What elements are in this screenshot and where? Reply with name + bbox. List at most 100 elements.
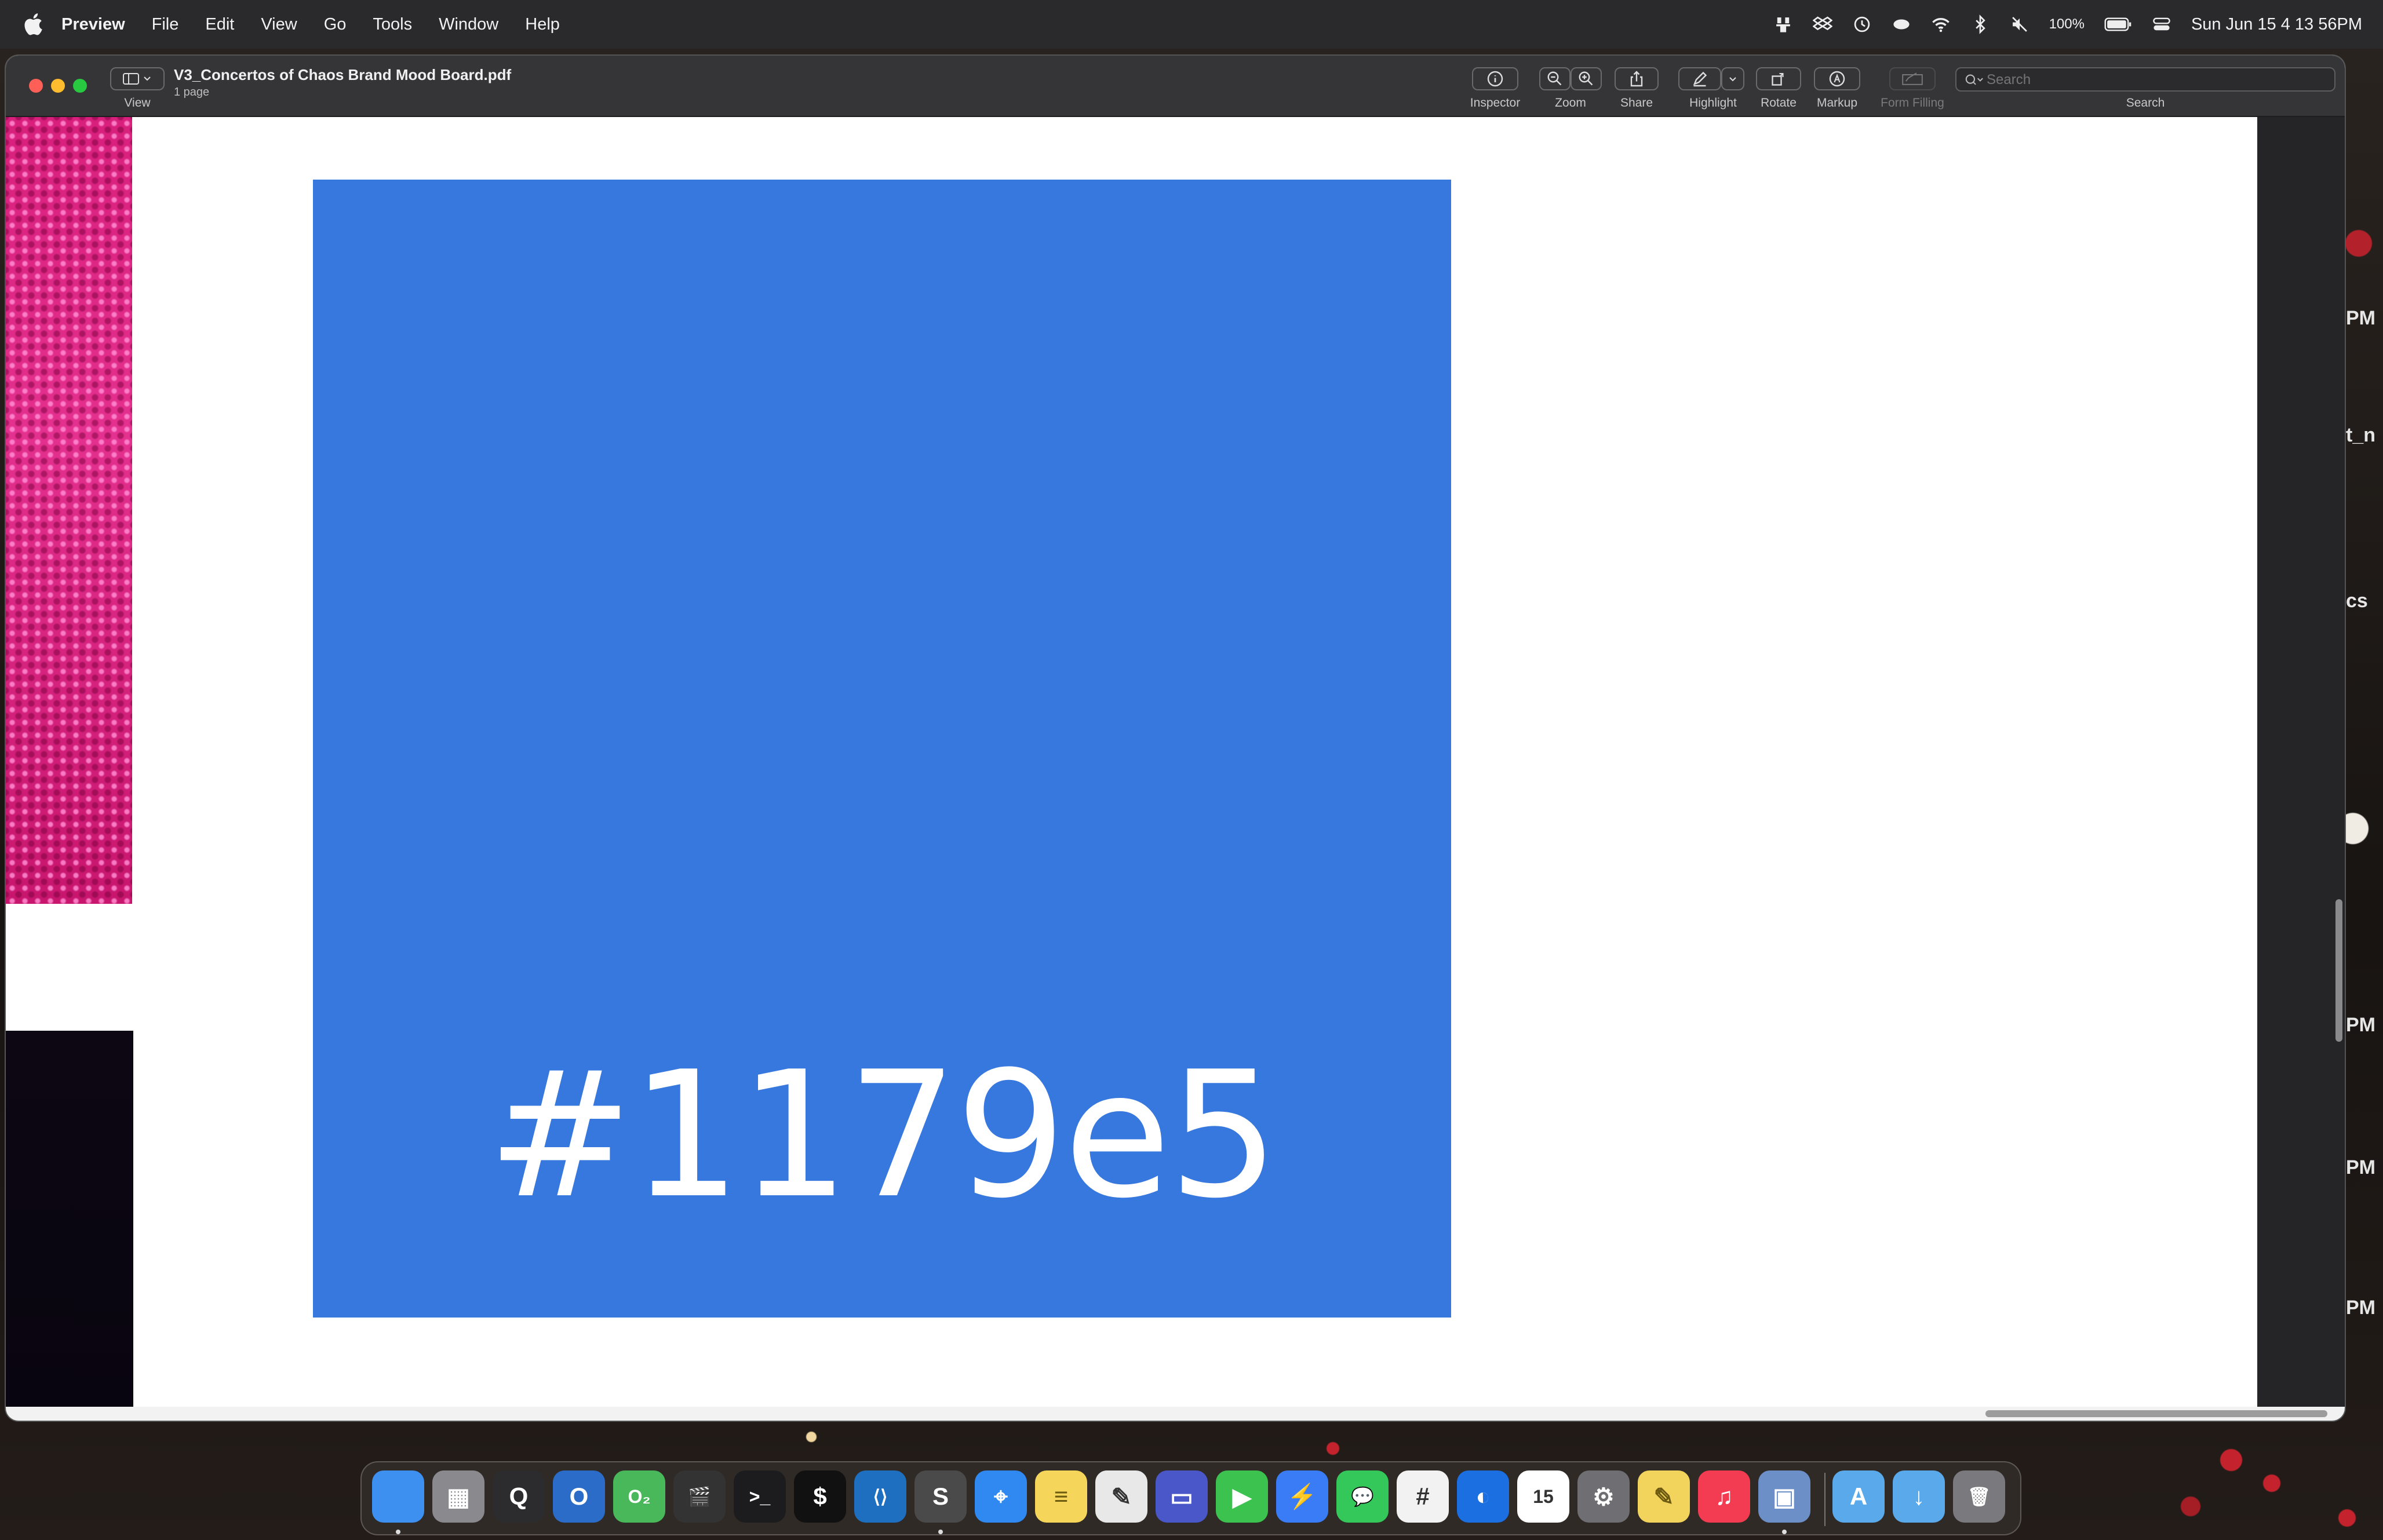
preview-window: View V3_Concertos of Chaos Brand Mood Bo… — [6, 56, 2345, 1421]
background-window-text: cs — [2346, 590, 2368, 612]
search-icon — [1965, 74, 1983, 85]
markup-button[interactable] — [1814, 67, 1860, 90]
quicktime-icon[interactable]: Q — [493, 1470, 545, 1523]
vscode-icon[interactable]: ⟨⟩ — [854, 1470, 906, 1523]
notes-icon[interactable]: ≡ — [1035, 1470, 1087, 1523]
launchpad-icon[interactable]: ▦ — [432, 1470, 484, 1523]
highlight-label: Highlight — [1689, 96, 1737, 110]
control-icon[interactable] — [1892, 14, 1911, 34]
menu-file[interactable]: File — [152, 15, 179, 34]
zoom-in-button[interactable] — [1571, 67, 1602, 90]
slack-icon[interactable]: # — [1397, 1470, 1449, 1523]
dark-texture-image — [6, 1031, 133, 1407]
battery-icon[interactable] — [2104, 14, 2132, 34]
close-window-button[interactable] — [29, 79, 43, 93]
running-indicator — [1782, 1530, 1787, 1534]
markup-icon — [1829, 71, 1845, 87]
applications-folder-icon[interactable]: A — [1832, 1470, 1885, 1523]
zoom-window-button[interactable] — [73, 79, 87, 93]
highlighter-icon — [1693, 71, 1707, 87]
running-indicator — [938, 1530, 943, 1534]
finder-icon[interactable] — [372, 1470, 424, 1523]
menu-tools[interactable]: Tools — [373, 15, 412, 34]
dropbox-icon[interactable] — [1812, 14, 1832, 34]
inspector-label: Inspector — [1470, 96, 1521, 110]
screens-icon[interactable]: ▭ — [1156, 1470, 1208, 1523]
search-field[interactable] — [1955, 67, 2335, 92]
rotate-label: Rotate — [1761, 96, 1797, 110]
messenger-icon[interactable]: ⚡ — [1276, 1470, 1328, 1523]
bluetooth-icon[interactable] — [1970, 14, 1990, 34]
inspector-button[interactable] — [1472, 67, 1518, 90]
stickies-icon[interactable]: ✎ — [1638, 1470, 1690, 1523]
zoom-in-icon — [1579, 71, 1593, 86]
background-window-text: PM — [2346, 1014, 2375, 1036]
search-input[interactable] — [1985, 71, 2330, 89]
form-filling-label: Form Filling — [1881, 96, 1944, 110]
menu-help[interactable]: Help — [525, 15, 560, 34]
o2-chart-icon[interactable]: O₂ — [613, 1470, 665, 1523]
textedit-icon[interactable]: ✎ — [1095, 1470, 1147, 1523]
wifi-icon[interactable] — [1931, 14, 1951, 34]
dashlane-icon[interactable]: ◐ — [1457, 1470, 1509, 1523]
highlight-options-button[interactable] — [1721, 67, 1744, 90]
claquette-icon[interactable]: 🎬 — [673, 1470, 726, 1523]
system-settings-icon[interactable]: ⚙ — [1577, 1470, 1630, 1523]
terminal-alt-icon[interactable]: $ — [794, 1470, 846, 1523]
rotate-icon — [1772, 72, 1784, 86]
menu-view[interactable]: View — [261, 15, 297, 34]
document-viewport[interactable]: #1179e5 — [6, 117, 2345, 1421]
chevron-down-icon — [1729, 77, 1736, 82]
horizontal-scroll-track — [6, 1407, 2345, 1421]
document-title: V3_Concertos of Chaos Brand Mood Board.p… — [174, 66, 512, 83]
calendar-icon[interactable]: 15 — [1517, 1470, 1569, 1523]
music-icon[interactable]: ♫ — [1698, 1470, 1750, 1523]
background-window-text: PM — [2346, 307, 2375, 329]
window-toolbar: View V3_Concertos of Chaos Brand Mood Bo… — [6, 56, 2345, 117]
rotate-button[interactable] — [1756, 67, 1801, 90]
terminal-icon[interactable]: >_ — [734, 1470, 786, 1523]
menubar-clock[interactable]: Sun Jun 15 4 13 56PM — [2191, 15, 2362, 34]
sidebar-icon — [123, 73, 151, 85]
menu-app-name[interactable]: Preview — [61, 15, 125, 34]
menu-edit[interactable]: Edit — [205, 15, 234, 34]
share-icon — [1630, 71, 1643, 87]
form-filling-icon — [1902, 72, 1923, 85]
zoom-out-button[interactable] — [1539, 67, 1571, 90]
downloads-folder-icon[interactable]: ↓ — [1893, 1470, 1945, 1523]
share-button[interactable] — [1615, 67, 1659, 90]
running-indicator — [396, 1530, 400, 1534]
minimize-window-button[interactable] — [51, 79, 65, 93]
preview-icon[interactable]: ▣ — [1758, 1470, 1810, 1523]
background-window-text: t_n — [2346, 424, 2375, 446]
messages-icon[interactable]: 💬 — [1336, 1470, 1389, 1523]
bartender-icon[interactable] — [1773, 14, 1793, 34]
view-menu-button[interactable] — [110, 67, 165, 90]
dock-separator — [1824, 1473, 1825, 1526]
share-label: Share — [1620, 96, 1653, 110]
form-filling-button[interactable] — [1889, 67, 1936, 90]
mute-icon[interactable] — [2010, 14, 2029, 34]
battery-percent: 100% — [2049, 16, 2085, 32]
menu-bar: Preview File Edit View Go Tools Window H… — [0, 0, 2383, 49]
swatch-hex-label: #1179e5 — [487, 1034, 1279, 1236]
safari-icon[interactable]: ⌖ — [975, 1470, 1027, 1523]
menu-go[interactable]: Go — [324, 15, 347, 34]
zoom-label: Zoom — [1555, 96, 1586, 110]
facetime-icon[interactable]: ▶ — [1216, 1470, 1268, 1523]
sublime-icon[interactable]: S — [914, 1470, 967, 1523]
apple-menu-icon[interactable] — [21, 12, 44, 37]
oscar-icon[interactable]: O — [553, 1470, 605, 1523]
color-swatch: #1179e5 — [313, 180, 1451, 1318]
vertical-scrollbar[interactable] — [2335, 899, 2342, 1042]
trash-icon[interactable]: 🗑 — [1953, 1470, 2005, 1523]
pdf-page: #1179e5 — [6, 117, 2257, 1407]
document-page-count: 1 page — [174, 86, 210, 98]
vertical-scroll-track — [2257, 117, 2345, 1407]
control-center-icon[interactable] — [2152, 14, 2171, 34]
markup-label: Markup — [1816, 96, 1858, 110]
horizontal-scrollbar[interactable] — [1985, 1410, 2327, 1417]
menu-window[interactable]: Window — [439, 15, 498, 34]
time-machine-icon[interactable] — [1852, 14, 1872, 34]
highlight-button[interactable] — [1678, 67, 1721, 90]
